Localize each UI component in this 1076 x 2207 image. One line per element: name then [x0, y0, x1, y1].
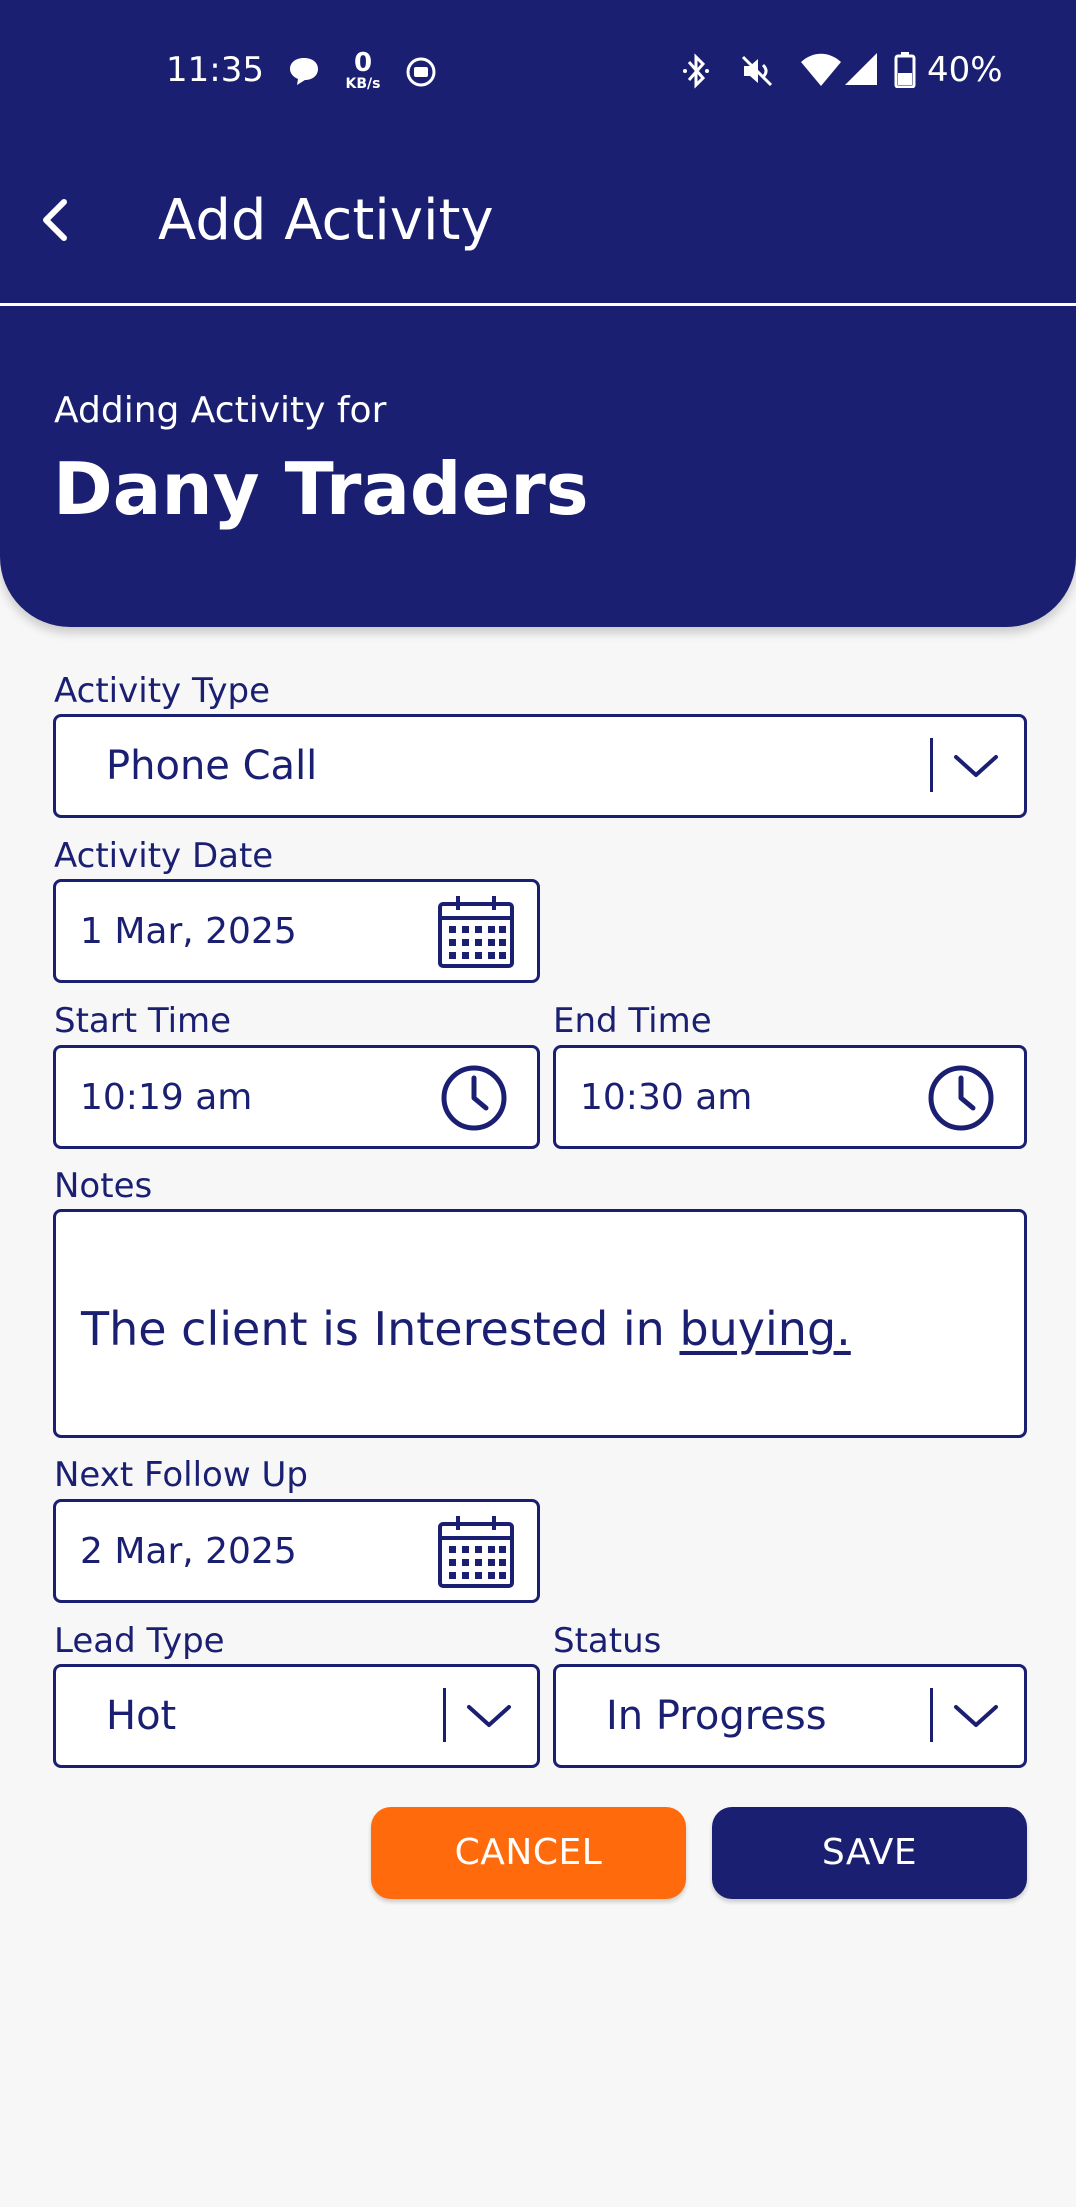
- back-button[interactable]: [30, 188, 94, 252]
- lead-type-value: Hot: [106, 1693, 177, 1739]
- battery-icon: [894, 52, 916, 88]
- lead-type-select[interactable]: Hot: [53, 1664, 540, 1768]
- activity-date-value: 1 Mar, 2025: [80, 911, 297, 952]
- network-speed: 0 KB/s: [345, 48, 381, 92]
- calendar-icon: [438, 896, 514, 968]
- notes-textarea[interactable]: The client is Interested in buying.: [53, 1209, 1027, 1438]
- chat-bubble-icon: [287, 54, 321, 88]
- status-time: 11:35: [166, 50, 264, 90]
- header-subtitle: Adding Activity for: [54, 390, 387, 431]
- clock-icon: [441, 1065, 507, 1131]
- battery-percentage: 40%: [927, 50, 1003, 90]
- start-time-value: 10:19 am: [80, 1077, 253, 1118]
- start-time-label: Start Time: [54, 1001, 232, 1041]
- end-time-label: End Time: [553, 1001, 712, 1041]
- wifi-icon: [800, 52, 842, 88]
- next-follow-up-label: Next Follow Up: [54, 1455, 308, 1495]
- mute-icon: [738, 52, 776, 90]
- activity-date-field[interactable]: 1 Mar, 2025: [53, 879, 540, 983]
- header-divider: [0, 303, 1076, 306]
- chevron-down-icon: [954, 755, 998, 777]
- save-button[interactable]: SAVE: [712, 1807, 1027, 1899]
- notes-value: The client is Interested in buying.: [81, 1302, 851, 1356]
- cancel-button[interactable]: CANCEL: [371, 1807, 686, 1899]
- chevron-down-icon: [954, 1705, 998, 1727]
- activity-type-select[interactable]: Phone Call: [53, 714, 1027, 818]
- end-time-field[interactable]: 10:30 am: [553, 1045, 1027, 1149]
- spellcheck-underlined-word: buying.: [679, 1302, 851, 1356]
- notes-label: Notes: [54, 1166, 153, 1206]
- chevron-down-icon: [467, 1705, 511, 1727]
- status-value: In Progress: [606, 1693, 827, 1739]
- screen-record-icon: [405, 56, 437, 88]
- select-separator: [930, 1688, 933, 1742]
- activity-type-label: Activity Type: [54, 671, 271, 711]
- status-label: Status: [553, 1621, 662, 1661]
- lead-type-label: Lead Type: [54, 1621, 225, 1661]
- company-name: Dany Traders: [53, 447, 589, 531]
- bluetooth-icon: [680, 52, 712, 90]
- clock-icon: [928, 1065, 994, 1131]
- next-follow-up-field[interactable]: 2 Mar, 2025: [53, 1499, 540, 1603]
- activity-type-value: Phone Call: [106, 743, 318, 789]
- select-separator: [930, 738, 933, 792]
- cell-signal-icon: [844, 52, 878, 86]
- start-time-field[interactable]: 10:19 am: [53, 1045, 540, 1149]
- page-title: Add Activity: [158, 188, 494, 253]
- status-bar: 11:35 0 KB/s 40%: [0, 0, 1076, 140]
- calendar-icon: [438, 1516, 514, 1588]
- select-separator: [443, 1688, 446, 1742]
- activity-date-label: Activity Date: [54, 836, 274, 876]
- app-bar: Add Activity: [0, 140, 1076, 304]
- next-follow-up-value: 2 Mar, 2025: [80, 1531, 297, 1572]
- status-select[interactable]: In Progress: [553, 1664, 1027, 1768]
- back-arrow-icon: [43, 199, 67, 241]
- end-time-value: 10:30 am: [580, 1077, 753, 1118]
